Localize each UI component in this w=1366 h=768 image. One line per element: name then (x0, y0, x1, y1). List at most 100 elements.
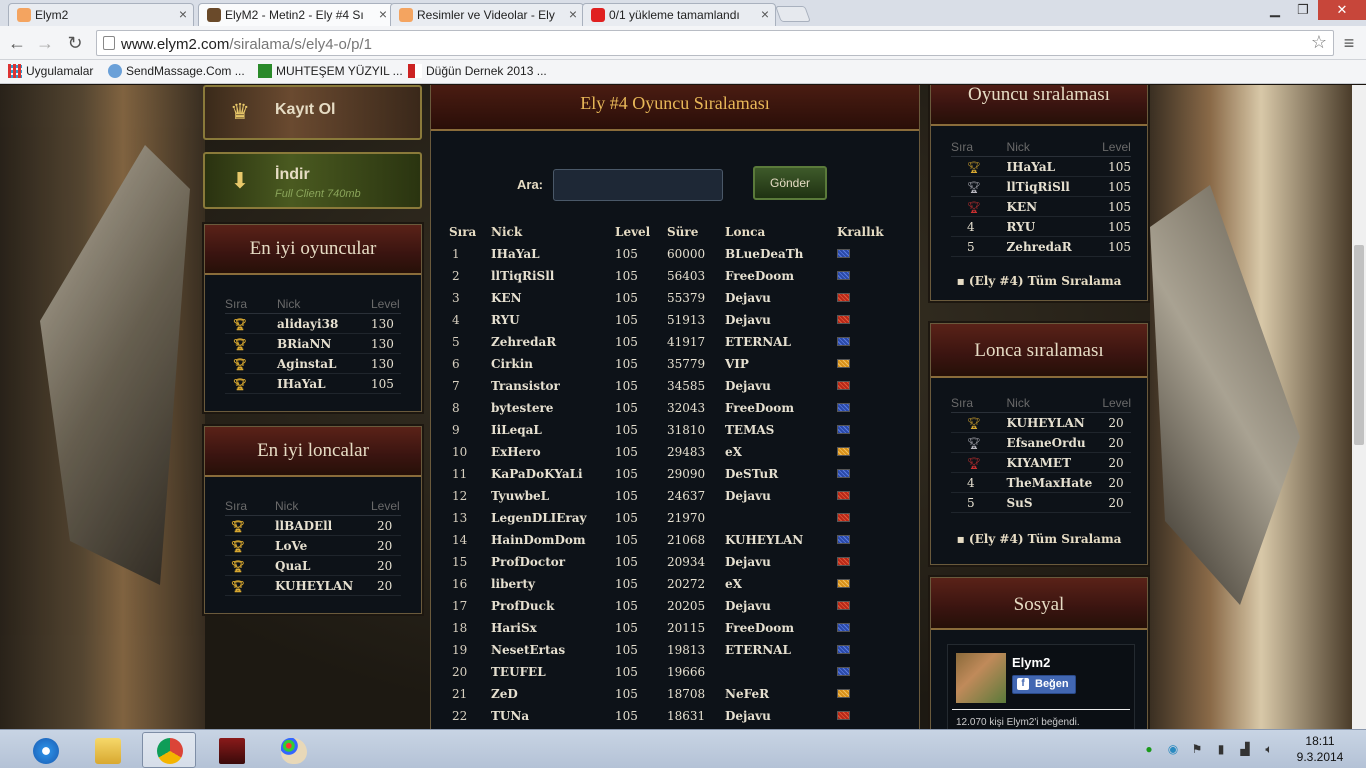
table-row[interactable]: 8 bytestere 105 32043 FreeDoom (449, 397, 909, 419)
kingdom-cell (837, 397, 909, 419)
tab-title: Resimler ve Videolar - Ely (417, 8, 555, 22)
table-row[interactable]: 21 ZeD 105 18708 NeFeR (449, 683, 909, 705)
reload-icon[interactable]: ↻ (64, 32, 86, 54)
forward-icon[interactable]: → (34, 32, 56, 54)
search-input[interactable] (553, 169, 723, 201)
table-row[interactable]: 7 Transistor 105 34585 Dejavu (449, 375, 909, 397)
nick-cell: SuS (1006, 492, 1103, 513)
table-row[interactable]: 5 ZehredaR 105 (951, 236, 1131, 257)
back-icon[interactable]: ← (6, 32, 28, 54)
table-row[interactable]: 🏆︎ IHaYaL 105 (951, 156, 1131, 177)
table-row[interactable]: 12 TyuwbeL 105 24637 Dejavu (449, 485, 909, 507)
address-bar[interactable]: www.elym2.com/siralama/s/ely4-o/p/1 ☆ (96, 30, 1334, 56)
fb-like-button[interactable]: f Beğen (1012, 675, 1076, 694)
chrome-taskbar-button[interactable] (142, 732, 196, 768)
table-row[interactable]: 11 KaPaDoKYaLi 105 29090 DeSTuR (449, 463, 909, 485)
search-label: Ara: (517, 177, 544, 192)
table-row[interactable]: 🏆︎ BRiaNN 130 (225, 333, 401, 354)
system-clock[interactable]: 18:11 9.3.2014 (1290, 733, 1350, 765)
table-row[interactable]: 🏆︎ KUHEYLAN 20 (951, 412, 1131, 433)
table-row[interactable]: 🏆︎ alidayi38 130 (225, 313, 401, 334)
time-cell: 24637 (667, 489, 706, 503)
table-row[interactable]: 9 IiLeqaL 105 31810 TEMAS (449, 419, 909, 441)
table-row[interactable]: 🏆︎ IHaYaL 105 (225, 373, 401, 394)
table-row[interactable]: 🏆︎ AginstaL 130 (225, 353, 401, 374)
rank-cell: 14 (452, 533, 468, 547)
table-row[interactable]: 🏆︎ llBADEll 20 (225, 515, 401, 536)
level-cell: 105 (1102, 216, 1131, 237)
bookmark-apps[interactable]: Uygulamalar (8, 64, 93, 78)
battery-icon[interactable]: ▮ (1214, 742, 1228, 756)
bookmark-dugun[interactable]: Düğün Dernek 2013 ... (408, 64, 547, 78)
flag-icon[interactable]: ⚑ (1190, 742, 1204, 756)
paint-taskbar-button[interactable] (266, 732, 320, 768)
table-row[interactable]: 🏆︎ KIYAMET 20 (951, 452, 1131, 473)
table-row[interactable]: 14 HainDomDom 105 21068 KUHEYLAN (449, 529, 909, 551)
table-row[interactable]: 3 KEN 105 55379 Dejavu (449, 287, 909, 309)
table-row[interactable]: 13 LegenDLIEray 105 21970 (449, 507, 909, 529)
close-tab-icon[interactable]: × (379, 6, 387, 22)
submit-button[interactable]: Gönder (753, 166, 827, 200)
tab-ranking[interactable]: ElyM2 - Metin2 - Ely #4 Sı × (198, 3, 394, 26)
table-row[interactable]: 🏆︎ QuaL 20 (225, 555, 401, 576)
table-row[interactable]: 16 liberty 105 20272 eX (449, 573, 909, 595)
close-window-icon[interactable]: ✕ (1318, 0, 1366, 20)
page-scrollbar[interactable] (1352, 85, 1366, 729)
table-row[interactable]: 6 Cirkin 105 35779 VIP (449, 353, 909, 375)
table-row[interactable]: 4 TheMaxHate 20 (951, 472, 1131, 493)
all-players-link[interactable]: ▪ (Ely #4) Tüm Sıralama (931, 274, 1147, 288)
metin2-taskbar-button[interactable] (204, 732, 258, 768)
minimize-icon[interactable]: ▁ (1262, 0, 1288, 20)
fb-page-name[interactable]: Elym2 (1012, 655, 1050, 670)
table-row[interactable]: 🏆︎ EfsaneOrdu 20 (951, 432, 1131, 453)
register-button[interactable]: ♛ Kayıt Ol (203, 85, 422, 140)
tab-media[interactable]: Resimler ve Videolar - Ely × (390, 3, 584, 26)
table-row[interactable]: 5 SuS 20 (951, 492, 1131, 513)
table-row[interactable]: 2 llTiqRiSll 105 56403 FreeDoom (449, 265, 909, 287)
bookmark-sendmassage[interactable]: SendMassage.Com ... (108, 64, 245, 78)
table-row[interactable]: 17 ProfDuck 105 20205 Dejavu (449, 595, 909, 617)
close-tab-icon[interactable]: × (761, 6, 769, 22)
table-row[interactable]: 4 RYU 105 51913 Dejavu (449, 309, 909, 331)
maximize-icon[interactable]: ❐ (1290, 0, 1316, 20)
table-row[interactable]: 18 HariSx 105 20115 FreeDoom (449, 617, 909, 639)
explorer-taskbar-button[interactable] (80, 732, 134, 768)
all-guilds-link[interactable]: ▪ (Ely #4) Tüm Sıralama (931, 532, 1147, 546)
table-row[interactable]: 19 NesetErtas 105 19813 ETERNAL (449, 639, 909, 661)
bookmark-star-icon[interactable]: ☆ (1311, 32, 1327, 53)
close-tab-icon[interactable]: × (569, 6, 577, 22)
tab-elym2[interactable]: Elym2 × (8, 3, 194, 26)
network-globe-icon[interactable]: ◉ (1166, 742, 1180, 756)
table-row[interactable]: 🏆︎ KEN 105 (951, 196, 1131, 217)
bookmark-muhtesem[interactable]: MUHTEŞEM YÜZYIL ... (258, 64, 403, 78)
scrollbar-thumb[interactable] (1354, 245, 1364, 445)
kingdom-flag-icon (837, 271, 850, 280)
table-row[interactable]: 15 ProfDoctor 105 20934 Dejavu (449, 551, 909, 573)
table-row[interactable]: 4 RYU 105 (951, 216, 1131, 237)
time-cell: 19813 (667, 643, 706, 657)
menu-icon[interactable]: ≡ (1338, 32, 1360, 54)
new-tab-button[interactable] (775, 6, 811, 22)
table-row[interactable]: 5 ZehredaR 105 41917 ETERNAL (449, 331, 909, 353)
ie-taskbar-button[interactable] (18, 732, 72, 768)
level-cell: 105 (615, 709, 638, 723)
volume-icon[interactable]: 🔈︎ (1262, 742, 1276, 756)
guild-cell: Dejavu (725, 489, 771, 503)
table-row[interactable]: 10 ExHero 105 29483 eX (449, 441, 909, 463)
tab-youtube[interactable]: 0/1 yükleme tamamlandı × (582, 3, 776, 26)
guild-cell: TEMAS (725, 423, 775, 437)
table-row[interactable]: 🏆︎ KUHEYLAN 20 (225, 575, 401, 596)
table-row[interactable]: 🏆︎ LoVe 20 (225, 535, 401, 556)
metin2-icon (219, 738, 245, 764)
table-row[interactable]: 22 TUNa 105 18631 Dejavu (449, 705, 909, 727)
time-cell: 55379 (667, 291, 706, 305)
table-row[interactable]: 20 TEUFEL 105 19666 (449, 661, 909, 683)
close-tab-icon[interactable]: × (179, 6, 187, 22)
trophy-icon: 🏆︎ (233, 357, 247, 371)
table-row[interactable]: 1 IHaYaL 105 60000 BLueDeaTh (449, 243, 909, 265)
nick-cell: TyuwbeL (491, 489, 550, 503)
table-row[interactable]: 🏆︎ llTiqRiSll 105 (951, 176, 1131, 197)
status-green-icon[interactable]: ● (1142, 742, 1156, 756)
download-button[interactable]: ⬇ İndir Full Client 740mb (203, 152, 422, 209)
signal-icon[interactable]: ▟ (1238, 742, 1252, 756)
